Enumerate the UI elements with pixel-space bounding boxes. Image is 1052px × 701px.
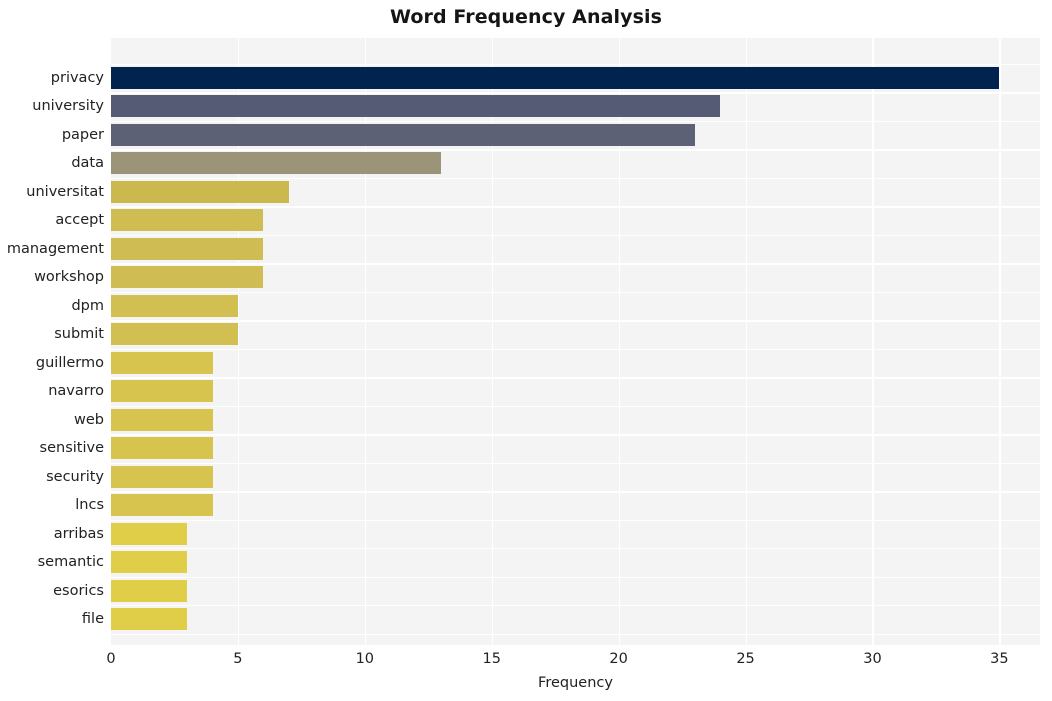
gridline-horizontal <box>111 491 1040 493</box>
chart-title: Word Frequency Analysis <box>389 6 663 28</box>
x-axis-title: Frequency <box>538 675 613 691</box>
gridline-horizontal <box>111 291 1040 294</box>
x-axis-tick-label: 15 <box>482 651 501 667</box>
gridline-vertical <box>872 38 874 645</box>
gridline-horizontal <box>111 548 1040 550</box>
gridline-horizontal <box>111 149 1040 151</box>
gridline-horizontal <box>111 234 1040 237</box>
y-axis-tick-label: guillermo <box>35 354 104 371</box>
x-axis-tick-label: 30 <box>863 651 882 667</box>
bar <box>111 66 1000 89</box>
bar <box>111 551 188 574</box>
bar <box>111 437 213 460</box>
y-axis-tick-label: management <box>6 240 104 257</box>
y-axis-tick-label: paper <box>61 126 104 143</box>
y-axis-tick-label: data <box>71 155 104 172</box>
y-axis-tick-label: privacy <box>50 69 104 86</box>
bar <box>111 237 264 260</box>
gridline-horizontal <box>111 206 1040 208</box>
y-axis-tick-label: navarro <box>48 383 104 400</box>
x-axis-tick-labels: 0 5 10 15 20 25 30 35 <box>0 651 1052 673</box>
bar <box>111 95 721 118</box>
x-axis-tick-label: 10 <box>355 651 375 667</box>
bar <box>111 522 188 545</box>
y-axis-tick-label: web <box>74 411 104 428</box>
x-axis-tick-label: 25 <box>736 651 755 667</box>
gridline-horizontal <box>111 633 1040 635</box>
gridline-horizontal <box>111 405 1040 407</box>
bar <box>111 408 213 431</box>
bar <box>111 579 188 602</box>
bar <box>111 266 264 289</box>
gridline-horizontal <box>111 605 1040 607</box>
gridline-horizontal <box>111 320 1040 322</box>
gridline-horizontal <box>111 63 1040 66</box>
gridline-horizontal <box>111 576 1040 578</box>
y-axis-tick-label: arribas <box>53 525 104 542</box>
y-axis-tick-label: lncs <box>75 497 104 514</box>
x-axis-tick-label: 0 <box>106 651 116 667</box>
chart-figure: Word Frequency Analysis privacy universit… <box>0 0 1052 701</box>
bar <box>111 380 213 403</box>
gridline-horizontal <box>111 462 1040 464</box>
y-axis-tick-label: accept <box>55 212 104 229</box>
bar <box>111 294 238 317</box>
plot-area <box>111 38 1040 645</box>
gridline-horizontal <box>111 519 1040 521</box>
y-axis-tick-label: universitat <box>26 183 104 200</box>
gridline-horizontal <box>111 120 1040 123</box>
bar <box>111 608 188 631</box>
bar <box>111 123 695 146</box>
gridline-vertical <box>999 38 1001 645</box>
gridline-vertical <box>745 38 747 645</box>
y-axis-tick-label: dpm <box>71 297 104 314</box>
y-axis-tick-label: university <box>32 98 104 115</box>
gridline-horizontal <box>111 92 1040 94</box>
bar <box>111 465 213 488</box>
gridline-horizontal <box>111 377 1040 379</box>
bar <box>111 351 213 374</box>
bar <box>111 494 213 517</box>
y-axis-tick-label: workshop <box>34 269 104 286</box>
bar <box>111 209 264 232</box>
y-axis-tick-label: esorics <box>53 582 104 599</box>
x-axis-tick-label: 5 <box>233 651 243 667</box>
x-axis-tick-label: 35 <box>990 651 1009 667</box>
x-axis-tick-label: 20 <box>609 651 628 667</box>
gridline-horizontal <box>111 434 1040 436</box>
bar <box>111 323 238 346</box>
gridline-horizontal <box>111 348 1040 350</box>
bar <box>111 180 289 203</box>
y-axis-tick-label: file <box>81 611 104 628</box>
y-axis-tick-label: sensitive <box>39 440 104 457</box>
gridline-horizontal <box>111 263 1040 265</box>
y-axis-tick-label: semantic <box>37 554 104 571</box>
bar <box>111 152 441 175</box>
y-axis-tick-label: submit <box>54 326 104 343</box>
y-axis-tick-label: security <box>46 468 104 485</box>
gridline-horizontal <box>111 177 1040 180</box>
y-axis-tick-labels: privacy university paper data universitat acc… <box>0 0 104 701</box>
